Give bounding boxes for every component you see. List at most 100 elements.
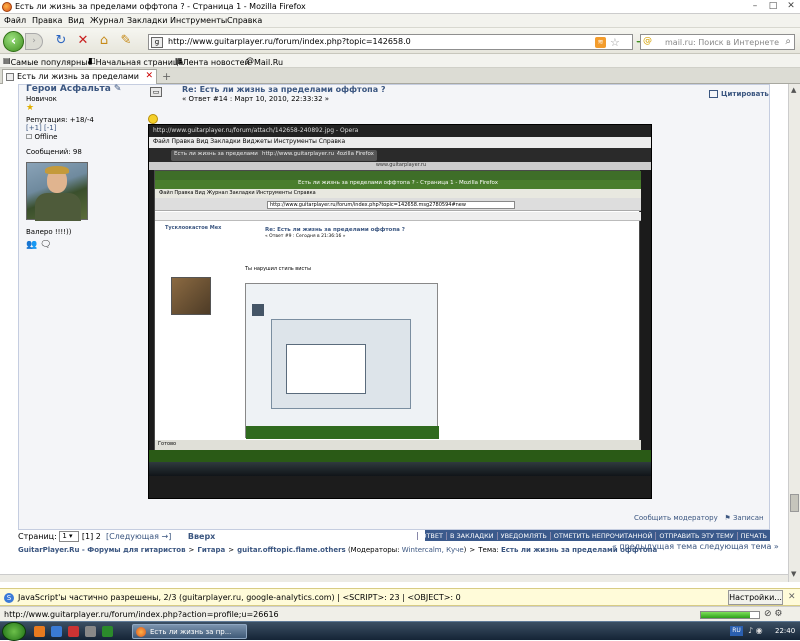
menu-file[interactable]: Файл (4, 16, 26, 25)
tray-icons[interactable]: ♪ ◉ (748, 626, 763, 635)
taskbar-clock[interactable]: 22:40 (775, 627, 795, 635)
site-identity-icon[interactable]: g (151, 37, 163, 48)
url-bar[interactable]: g http://www.guitarplayer.ru/forum/index… (148, 34, 633, 50)
scroll-thumb[interactable] (790, 494, 799, 512)
back-button[interactable]: ‹ (3, 31, 24, 52)
action-send-topic[interactable]: ОТПРАВИТЬ ЭТУ ТЕМУ (655, 531, 736, 540)
search-icon[interactable]: ⌕ (785, 36, 791, 47)
quicklaunch-desktop-icon[interactable] (85, 626, 96, 637)
rank-star-icon: ★ (26, 103, 35, 113)
ss-post-meta: « Ответ #9 : Сегодня в 21:36:16 » (265, 234, 346, 239)
menu-bookmarks[interactable]: Закладки (127, 16, 167, 25)
search-engine-icon[interactable]: @ (643, 36, 652, 46)
avatar (26, 162, 88, 221)
search-input[interactable]: @ mail.ru: Поиск в Интернете ⌕ (640, 34, 795, 50)
bookmarks-toolbar: ▤ Самые популярные ◧ Начальная страница … (0, 54, 800, 68)
tools-icon[interactable]: ✎ (118, 33, 134, 49)
poster-rank: Новичок (26, 95, 57, 103)
url-text[interactable]: http://www.guitarplayer.ru/forum/index.p… (168, 37, 411, 46)
topic-actions: ОТВЕТ В ЗАКЛАДКИ УВЕДОМЛЯТЬ ОТМЕТИТЬ НЕП… (417, 530, 770, 541)
breadcrumb-category[interactable]: Гитара (197, 546, 225, 554)
page-select[interactable]: 1 ▾ (59, 531, 80, 542)
menu-edit[interactable]: Правка (32, 16, 62, 25)
action-print[interactable]: ПЕЧАТЬ (736, 531, 770, 540)
pagination: Страниц: 1 ▾ [1] 2 [Следующая →] Вверх (18, 531, 215, 542)
breadcrumb-board[interactable]: guitar.offtopic.flame.others (237, 546, 346, 554)
rss-icon[interactable]: ≋ (595, 37, 606, 48)
bookmark-start[interactable]: ◧ Начальная страница (88, 56, 183, 67)
post-image: http://www.guitarplayer.ru/forum/attach/… (148, 124, 652, 499)
tab-close-icon[interactable]: ✕ (145, 71, 153, 81)
ss-ff-body: Тусклоокастое Мех Re: Есть ли жизнь за п… (165, 223, 625, 439)
ss-post-text: Ты нарушил стиль висты (245, 266, 312, 272)
tab-label: Есть ли жизнь за пределами оффто... (17, 72, 142, 81)
ss-opera-tabs: Есть ли жизнь за пределами оффтопа ? - С… (149, 148, 651, 162)
action-reply[interactable]: ОТВЕТ (417, 531, 446, 540)
vertical-scrollbar[interactable]: ▲ ▼ (788, 84, 800, 582)
window-title: Есть ли жизнь за пределами оффтопа ? - С… (15, 2, 306, 11)
quote-button[interactable]: Цитировать (709, 90, 769, 98)
start-button[interactable] (2, 622, 26, 641)
reputation-links[interactable]: [+1] [-1] (26, 124, 56, 132)
ss-opera-menu: Файл Правка Вид Закладки Виджеты Инструм… (149, 137, 651, 148)
action-mark-unread[interactable]: ОТМЕТИТЬ НЕПРОЧИТАННОЙ (549, 531, 656, 540)
bookmark-star-icon[interactable]: ☆ (610, 36, 620, 49)
close-window-button[interactable]: ✕ (784, 1, 798, 12)
ss-opera-title: http://www.guitarplayer.ru/forum/attach/… (149, 125, 651, 137)
language-indicator[interactable]: RU (730, 626, 743, 636)
poster-profile-icons[interactable]: 👥 🗨 (26, 240, 52, 250)
home-icon[interactable]: ⌂ (96, 33, 112, 49)
menu-bar: Файл Правка Вид Журнал Закладки Инструме… (0, 14, 800, 28)
next-page-link[interactable]: [Следующая →] (106, 532, 171, 541)
noscript-text: JavaScript'ы частично разрешены, 2/3 (gu… (18, 593, 461, 602)
noscript-settings-button[interactable]: Настройки... (728, 590, 783, 605)
horizontal-scrollbar[interactable] (0, 574, 788, 582)
ss-user: Тусклоокастое Мех (165, 225, 222, 231)
action-bookmark[interactable]: В ЗАКЛАДКИ (445, 531, 497, 540)
status-url: http://www.guitarplayer.ru/forum/index.p… (4, 610, 279, 619)
bookmark-mailru[interactable]: @ Mail.Ru (246, 56, 283, 67)
menu-history[interactable]: Журнал (90, 16, 124, 25)
maximize-button[interactable]: □ (766, 1, 780, 12)
quicklaunch-opera-icon[interactable] (68, 626, 79, 637)
status-icons[interactable]: ⊘ ⚙ (764, 609, 782, 619)
ss-opera-statusbar (149, 476, 651, 498)
bookmark-popular[interactable]: ▤ Самые популярные (3, 56, 92, 67)
menu-tools[interactable]: Инструменты (170, 16, 227, 25)
windows-taskbar: Есть ли жизнь за пр... RU ♪ ◉ 22:40 (0, 621, 800, 641)
bookmark-news[interactable]: ▦ Лента новостей (175, 56, 250, 67)
poster-name[interactable]: Герои Асфальта ✎ (26, 84, 121, 94)
forward-button[interactable]: › (25, 33, 43, 50)
new-tab-button[interactable]: + (162, 70, 171, 83)
reload-icon[interactable]: ↻ (53, 33, 69, 49)
stop-icon[interactable]: ✕ (75, 33, 91, 49)
ss-firefox-window: Есть ли жизнь за пределами оффтопа ? - С… (154, 170, 641, 450)
moderators[interactable]: Wintercalm, Куче (402, 546, 464, 554)
online-status: ☐ Offline (26, 133, 58, 141)
moderators-label: (Модераторы: (347, 546, 400, 554)
ss-ff-menu: Файл Правка Вид Журнал Закладки Инструме… (155, 189, 641, 198)
scroll-up-icon: ▲ (791, 86, 797, 94)
post-title[interactable]: Re: Есть ли жизнь за пределами оффтопа ? (182, 85, 386, 94)
quicklaunch-firefox-icon[interactable] (34, 626, 45, 637)
moderator-links[interactable]: Сообщить модератору ⚑ Записан (634, 514, 764, 522)
topic-navigation[interactable]: « предыдущая тема следующая тема » (612, 542, 779, 551)
minimize-button[interactable]: – (748, 1, 762, 12)
back-to-top-link[interactable]: Вверх (188, 532, 215, 541)
page-numbers[interactable]: [1] 2 (82, 532, 101, 541)
quicklaunch-ie-icon[interactable] (51, 626, 62, 637)
firefox-icon (2, 2, 12, 12)
tab-forum[interactable]: Есть ли жизнь за пределами оффто... ✕ (2, 69, 157, 84)
action-notify[interactable]: УВЕДОМЛЯТЬ (496, 531, 550, 540)
ss-opera-tab-2: http://www.guitarplayer.ru (259, 150, 338, 161)
smiley-icon (148, 114, 158, 124)
quote-icon (709, 90, 718, 98)
breadcrumb-site[interactable]: GuitarPlayer.Ru - Форумы для гитаристов (18, 546, 186, 554)
taskbar-firefox-button[interactable]: Есть ли жизнь за пр... (132, 624, 247, 639)
menu-help[interactable]: Справка (227, 16, 262, 25)
quicklaunch-app-icon[interactable] (102, 626, 113, 637)
load-progress (700, 611, 760, 619)
menu-view[interactable]: Вид (68, 16, 84, 25)
notification-close-icon[interactable]: ✕ (788, 592, 796, 602)
tab-favicon (6, 73, 14, 81)
